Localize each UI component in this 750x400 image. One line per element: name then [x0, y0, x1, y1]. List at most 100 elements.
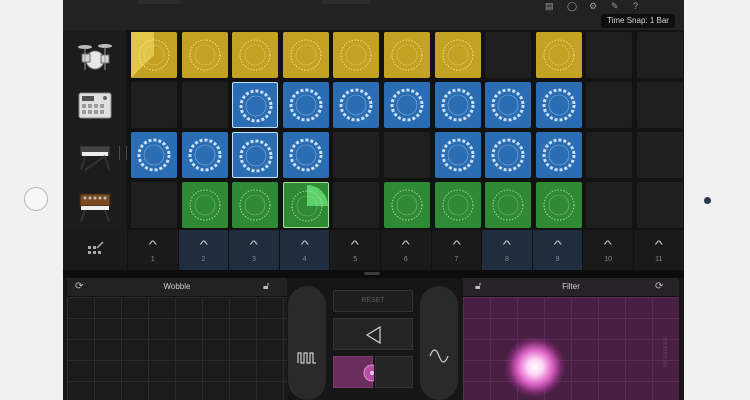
waveform-ring-icon	[291, 185, 328, 222]
settings-icon[interactable]: ⚙	[589, 1, 597, 12]
waveform-ring-icon	[442, 189, 474, 221]
waveform-ring-icon	[390, 88, 424, 122]
help-icon[interactable]: ?	[633, 1, 638, 11]
waveform-ring-icon	[543, 39, 575, 71]
fx-panel-filter: 🔓︎ Filter ⟳ Resonance	[463, 278, 679, 400]
empty-cell[interactable]	[181, 82, 228, 128]
loop-cell-green[interactable]	[535, 182, 582, 228]
camera-dot	[704, 197, 711, 204]
mixer-icon[interactable]: ▤	[545, 1, 554, 12]
loop-cell-blue[interactable]	[485, 82, 532, 128]
empty-cell[interactable]	[586, 182, 633, 228]
loop-cell-yellow[interactable]	[434, 32, 481, 78]
empty-cell[interactable]	[485, 32, 532, 78]
loop-cell-blue[interactable]	[535, 82, 582, 128]
waveform-ring-icon	[137, 138, 171, 172]
waveform-ring-icon	[340, 39, 372, 71]
loop-grid	[127, 30, 683, 230]
loop-cell-blue[interactable]	[131, 132, 177, 178]
scratch-button[interactable]	[333, 356, 381, 388]
column-number: 9	[555, 256, 560, 263]
waveform-ring-icon	[239, 189, 271, 221]
panel-resize-handle[interactable]	[364, 272, 380, 275]
column-number: 7	[454, 256, 459, 263]
loop-cell-blue[interactable]	[333, 82, 380, 128]
fx-panel-header-filter: 🔓︎ Filter ⟳	[463, 278, 679, 297]
loop-cell-yellow[interactable]	[535, 32, 582, 78]
toolbar-button-center[interactable]	[321, 0, 371, 4]
wrench-icon[interactable]: ✎	[611, 1, 619, 12]
loop-cell-yellow[interactable]	[384, 32, 430, 78]
filter-xy-pad[interactable]: Resonance	[463, 297, 679, 400]
waveform-ring-icon	[543, 189, 575, 221]
reset-button[interactable]: RESET	[333, 290, 413, 312]
waveform-ring-icon	[239, 89, 273, 123]
loop-cell-yellow[interactable]	[282, 32, 329, 78]
track-header-beat-sequencer[interactable]	[63, 80, 126, 130]
home-button[interactable]	[24, 187, 48, 211]
empty-cell[interactable]	[637, 32, 683, 78]
loop-cell-green[interactable]	[384, 182, 430, 228]
gate-pill-slider[interactable]	[288, 286, 326, 400]
empty-cell[interactable]	[637, 82, 683, 128]
waveform-ring-icon	[491, 88, 525, 122]
empty-cell[interactable]	[637, 182, 683, 228]
loop-cell-blue[interactable]	[232, 82, 279, 128]
loop-cell-green[interactable]	[181, 182, 228, 228]
column-number: 8	[505, 256, 509, 263]
loop-cell-blue[interactable]	[434, 132, 481, 178]
toolbar-button-left[interactable]	[137, 0, 181, 4]
waveform-ring-icon	[491, 138, 525, 172]
down-sampler-pill-slider[interactable]	[420, 286, 458, 400]
loop-cell-green[interactable]	[282, 182, 329, 228]
live-loops-screen: ▤ ◯ ⚙ ✎ ? Time Snap: 1 Bar ^ 1 ^ 2 ^ 3 ^…	[63, 0, 684, 400]
empty-cell[interactable]	[333, 132, 380, 178]
empty-cell[interactable]	[586, 32, 633, 78]
empty-cell[interactable]	[131, 82, 177, 128]
fx-selector-icon-filter[interactable]: ⟳	[655, 281, 663, 292]
loop-cell-blue[interactable]	[282, 132, 329, 178]
empty-cell[interactable]	[586, 132, 633, 178]
fx-panel-header: ⟳ Wobble 🔓︎	[67, 278, 287, 297]
empty-cell[interactable]	[333, 182, 380, 228]
beat-sequencer-icon	[78, 92, 112, 119]
loop-cell-green[interactable]	[232, 182, 279, 228]
track-resize-grip[interactable]	[119, 146, 127, 160]
loop-cell-green[interactable]	[485, 182, 532, 228]
loop-cell-yellow[interactable]	[131, 32, 177, 78]
loop-cell-yellow[interactable]	[181, 32, 228, 78]
loop-cell-yellow[interactable]	[333, 32, 380, 78]
loop-cell-blue[interactable]	[434, 82, 481, 128]
track-header-drums[interactable]	[63, 30, 126, 80]
empty-cell[interactable]	[586, 82, 633, 128]
track-header-electric-piano[interactable]	[63, 130, 126, 180]
track-header-synth[interactable]	[63, 180, 126, 230]
loop-cell-blue[interactable]	[181, 132, 228, 178]
loop-cell-blue[interactable]	[232, 132, 279, 178]
reverse-triangle-icon	[365, 325, 381, 345]
loop-cell-green[interactable]	[434, 182, 481, 228]
empty-cell[interactable]	[384, 132, 430, 178]
loop-cell-blue[interactable]	[384, 82, 430, 128]
waveform-ring-icon	[492, 189, 524, 221]
column-trigger-11[interactable]: ^ 11	[633, 230, 684, 270]
edit-grid-icon[interactable]	[87, 240, 105, 258]
vinyl-icon	[363, 364, 381, 382]
empty-cell[interactable]	[637, 132, 683, 178]
column-number: 2	[201, 256, 206, 263]
column-number: 1	[150, 256, 155, 263]
empty-cell[interactable]	[131, 182, 177, 228]
loop-cell-blue[interactable]	[485, 132, 532, 178]
time-snap-button[interactable]: Time Snap: 1 Bar	[601, 14, 675, 28]
loops-icon[interactable]: ◯	[567, 1, 577, 12]
waveform-ring-icon	[442, 39, 474, 71]
column-number: 11	[655, 256, 663, 263]
lock-icon[interactable]: 🔓︎	[263, 281, 269, 292]
tape-stop-button[interactable]	[375, 356, 413, 388]
loop-cell-blue[interactable]	[535, 132, 582, 178]
loop-cell-yellow[interactable]	[232, 32, 279, 78]
wobble-xy-pad[interactable]	[67, 297, 287, 400]
loop-cell-blue[interactable]	[282, 82, 329, 128]
reverse-button[interactable]	[333, 318, 413, 350]
waveform-ring-icon	[289, 88, 323, 122]
